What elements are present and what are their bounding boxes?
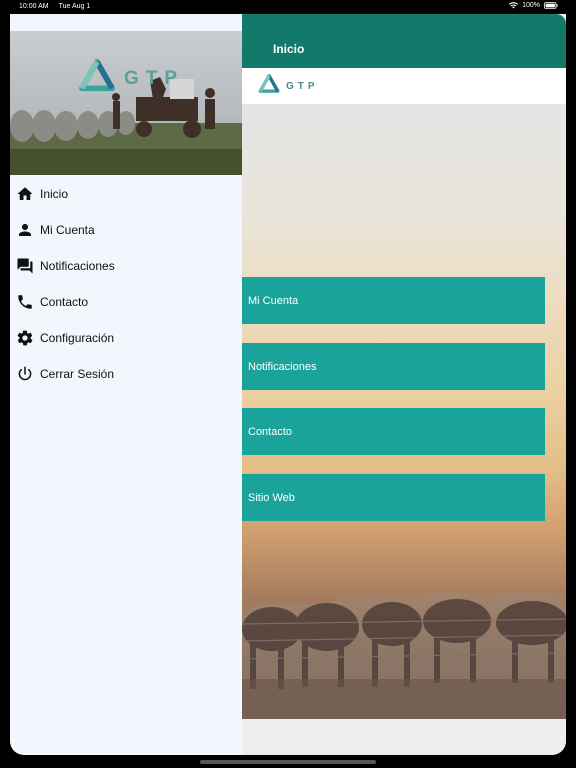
- home-icon: [15, 184, 35, 204]
- person-icon: [15, 220, 35, 240]
- notificaciones-button[interactable]: Notificaciones: [242, 343, 545, 390]
- sitio-web-button[interactable]: Sitio Web: [242, 474, 545, 521]
- drawer-item-mi-cuenta[interactable]: Mi Cuenta: [10, 212, 242, 248]
- contacto-button[interactable]: Contacto: [242, 408, 545, 455]
- bottom-area: [242, 719, 566, 755]
- app-header: Inicio: [242, 14, 566, 68]
- wifi-icon: [509, 2, 519, 9]
- status-date: Tue Aug 1: [58, 3, 91, 10]
- drawer-item-label: Notificaciones: [40, 259, 115, 273]
- app-window: Inicio GTP Mi Cuenta Notificaciones Cont…: [10, 14, 566, 755]
- drawer-item-notificaciones[interactable]: Notificaciones: [10, 248, 242, 284]
- drawer-item-label: Configuración: [40, 331, 115, 345]
- drawer-item-label: Inicio: [40, 187, 69, 201]
- drawer-header-photo: GTP: [10, 31, 242, 175]
- mi-cuenta-button[interactable]: Mi Cuenta: [242, 277, 545, 324]
- button-label: Contacto: [248, 425, 293, 438]
- drawer-item-label: Mi Cuenta: [40, 223, 95, 237]
- drawer-menu: Inicio Mi Cuenta Notificaciones Contacto: [10, 176, 242, 392]
- gtp-logo-icon: [78, 59, 116, 98]
- status-bar: 10:00 AM Tue Aug 1 100%: [0, 0, 576, 14]
- drawer-item-cerrar-sesion[interactable]: Cerrar Sesión: [10, 356, 242, 392]
- drawer-item-label: Contacto: [40, 295, 89, 309]
- battery-percent: 100%: [522, 2, 540, 9]
- gtp-logo-icon: [258, 74, 280, 99]
- status-time: 10:00 AM: [19, 3, 49, 10]
- header-logo: GTP: [258, 74, 319, 99]
- battery-icon: [544, 2, 558, 9]
- page-title: Inicio: [273, 42, 305, 56]
- logo-strip: GTP: [242, 68, 566, 105]
- drawer-item-label: Cerrar Sesión: [40, 367, 115, 381]
- power-icon: [15, 364, 35, 384]
- logo-text: GTP: [286, 81, 319, 92]
- drawer-item-inicio[interactable]: Inicio: [10, 176, 242, 212]
- drawer-logo: GTP: [78, 59, 184, 98]
- gear-icon: [15, 328, 35, 348]
- button-label: Mi Cuenta: [248, 294, 299, 307]
- logo-text: GTP: [124, 67, 185, 89]
- drawer-item-configuracion[interactable]: Configuración: [10, 320, 242, 356]
- drawer-item-contacto[interactable]: Contacto: [10, 284, 242, 320]
- chat-icon: [15, 256, 35, 276]
- phone-icon: [15, 292, 35, 312]
- button-label: Sitio Web: [248, 491, 295, 504]
- home-indicator[interactable]: [200, 760, 376, 764]
- button-label: Notificaciones: [248, 360, 317, 373]
- navigation-drawer: GTP Inicio Mi Cuenta Notificaciones Cont…: [10, 14, 242, 755]
